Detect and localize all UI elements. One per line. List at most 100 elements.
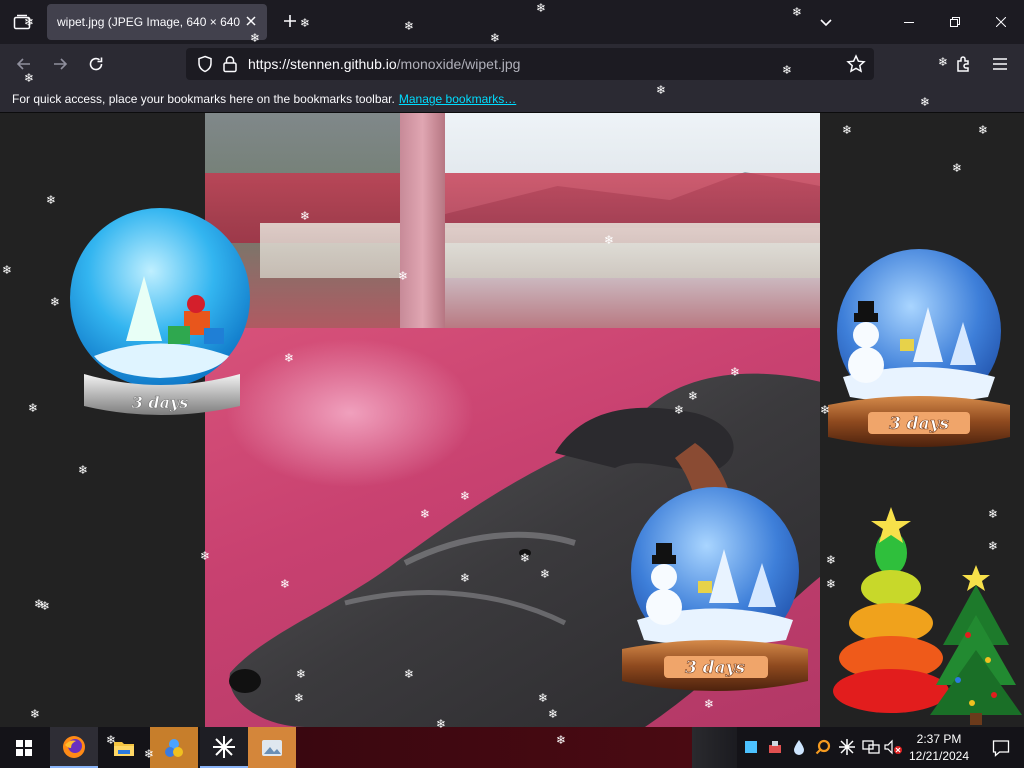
forward-icon — [54, 58, 68, 70]
minimize-button[interactable] — [886, 0, 932, 44]
system-clock[interactable]: 2:37 PM 12/21/2024 — [905, 731, 973, 765]
taskbar-wallpaper-region — [296, 727, 692, 768]
manage-bookmarks-link[interactable]: Manage bookmarks… — [399, 92, 516, 106]
snowflake-icon: ❄ — [30, 707, 41, 721]
close-icon — [996, 17, 1006, 27]
snowflake-icon: ❄ — [842, 123, 853, 137]
tab-close-button[interactable] — [243, 13, 259, 29]
chevron-down-icon — [820, 19, 832, 27]
snowflake-icon: ❄ — [782, 63, 793, 77]
snowflake-icon: ❄ — [144, 747, 155, 761]
snowflake-icon: ❄ — [24, 15, 35, 29]
volume-muted-icon[interactable] — [884, 738, 902, 756]
new-tab-icon — [284, 15, 296, 27]
lock-icon[interactable] — [222, 55, 238, 73]
bookmarks-message-text: For quick access, place your bookmarks h… — [12, 92, 395, 106]
clock-time: 2:37 PM — [916, 732, 962, 746]
url-text[interactable]: https://stennen.github.io/monoxide/wipet… — [248, 56, 520, 72]
snowflake-icon: ❄ — [300, 209, 311, 223]
snow-globe-label: 3 days — [132, 393, 189, 412]
taskbar-tray-background — [692, 727, 737, 768]
taskbar-star-app[interactable] — [200, 727, 248, 768]
snowflake-icon: ❄ — [604, 233, 615, 247]
url-host: https://stennen.github.io — [248, 56, 397, 72]
snow-globe-label: 3 days — [889, 414, 950, 434]
snowflake-icon: ❄ — [988, 507, 999, 521]
close-window-button[interactable] — [978, 0, 1024, 44]
tray-star-icon[interactable] — [838, 738, 856, 756]
snowflake-icon: ❄ — [826, 577, 837, 591]
tray-drop-icon[interactable] — [790, 738, 808, 756]
snowflake-icon: ❄ — [938, 55, 949, 69]
tab-strip: wipet.jpg (JPEG Image, 640 × 640 pixels) — [0, 0, 1024, 44]
shield-icon[interactable] — [196, 55, 214, 73]
snowflake-icon: ❄ — [688, 389, 699, 403]
snowflake-icon: ❄ — [78, 463, 89, 477]
tab-title: wipet.jpg (JPEG Image, 640 × 640 pixels) — [57, 15, 243, 29]
navigation-toolbar: https://stennen.github.io/monoxide/wipet… — [0, 44, 1024, 84]
tab-active[interactable]: wipet.jpg (JPEG Image, 640 × 640 pixels) — [47, 4, 267, 40]
bookmark-star-button[interactable] — [846, 54, 866, 74]
app-menu-button[interactable] — [986, 50, 1014, 78]
close-icon — [246, 16, 256, 26]
extensions-button[interactable] — [950, 50, 978, 78]
restore-button[interactable] — [932, 0, 978, 44]
snowflake-icon: ❄ — [50, 295, 61, 309]
snowflake-icon: ❄ — [200, 549, 211, 563]
tray-window-icon[interactable] — [742, 738, 760, 756]
snowflake-icon: ❄ — [538, 691, 549, 705]
bookmarks-empty-message: For quick access, place your bookmarks h… — [12, 92, 516, 106]
list-all-tabs-button[interactable] — [816, 12, 836, 32]
snowflake-icon: ❄ — [2, 263, 13, 277]
snowflake-icon: ❄ — [40, 599, 51, 613]
photo-app-icon — [262, 739, 282, 756]
start-button[interactable] — [0, 727, 48, 768]
taskbar-photo-app[interactable] — [248, 727, 296, 768]
snow-globe-label: 3 days — [685, 658, 746, 678]
reload-button[interactable] — [82, 50, 110, 78]
snowflake-icon: ❄ — [280, 577, 291, 591]
new-tab-button[interactable] — [280, 12, 300, 32]
snowflake-icon: ❄ — [460, 489, 471, 503]
snowflake-icon: ❄ — [490, 31, 501, 45]
star-app-icon — [213, 735, 235, 758]
snowflake-icon: ❄ — [826, 553, 837, 567]
content-viewport: 3 days 3 days 3 days — [0, 113, 1024, 727]
tray-app-icon[interactable] — [766, 738, 784, 756]
forward-button[interactable] — [46, 50, 74, 78]
notifications-button[interactable] — [978, 727, 1024, 768]
snow-globe-center: 3 days — [622, 487, 808, 691]
notifications-icon — [992, 739, 1010, 757]
taskbar-app[interactable] — [150, 727, 198, 768]
snowflake-icon: ❄ — [978, 123, 989, 137]
snowflake-icon: ❄ — [250, 31, 261, 45]
snowflake-icon: ❄ — [300, 16, 311, 30]
snowflake-icon: ❄ — [294, 691, 305, 705]
screen: wipet.jpg (JPEG Image, 640 × 640 pixels) — [0, 0, 1024, 768]
tray-search-icon[interactable] — [814, 738, 832, 756]
snowflake-icon: ❄ — [520, 551, 531, 565]
snowflake-icon: ❄ — [540, 567, 551, 581]
minimize-icon — [904, 22, 914, 23]
back-icon — [16, 58, 30, 70]
windows-start-icon — [16, 739, 32, 756]
url-bar[interactable]: https://stennen.github.io/monoxide/wipet… — [186, 48, 874, 80]
snowflake-icon: ❄ — [952, 161, 963, 175]
snow-globe-right: 3 days — [828, 249, 1010, 447]
clock-date: 12/21/2024 — [908, 749, 970, 763]
taskbar-firefox[interactable] — [50, 727, 98, 768]
photo-window-frame — [400, 113, 445, 343]
snowflake-icon: ❄ — [404, 19, 415, 33]
snowflake-icon: ❄ — [46, 193, 57, 207]
snowflake-icon: ❄ — [106, 733, 117, 747]
snowflake-icon: ❄ — [460, 571, 471, 585]
snowflake-icon: ❄ — [920, 95, 931, 109]
file-explorer-icon — [114, 741, 134, 756]
reload-icon — [89, 57, 103, 71]
snowflake-icon: ❄ — [24, 71, 35, 85]
snowflake-icon: ❄ — [398, 269, 409, 283]
url-path: /monoxide/wipet.jpg — [396, 56, 521, 72]
network-icon[interactable] — [862, 738, 880, 756]
photo-railing — [260, 223, 820, 278]
snowflake-icon: ❄ — [674, 403, 685, 417]
